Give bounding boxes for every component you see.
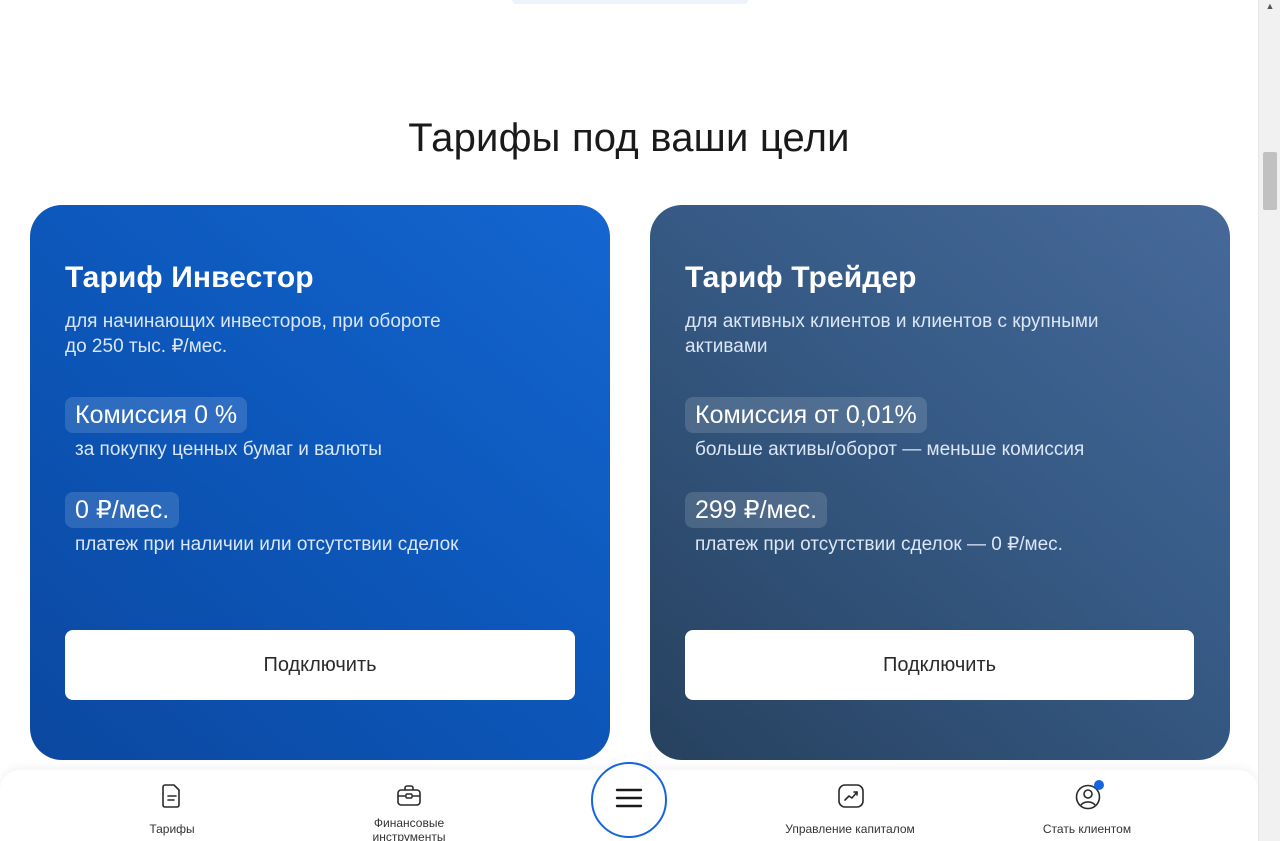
section-title: Тарифы под ваши цели xyxy=(408,116,850,160)
nav-label: Финансовые инструменты xyxy=(372,816,446,841)
top-section-edge xyxy=(512,0,748,4)
commission-badge: Комиссия 0 % xyxy=(65,397,248,433)
tariff-card-trader: Тариф Трейдер для активных клиентов и кл… xyxy=(650,205,1230,760)
nav-label: Управление капиталом xyxy=(785,822,915,836)
card-subtitle-line: для активных клиентов и клиентов с крупн… xyxy=(685,311,1099,332)
commission-caption: больше активы/оборот — меньше комиссия xyxy=(695,439,1085,460)
tariff-card-investor: Тариф Инвестор для начинающих инвесторов… xyxy=(30,205,610,760)
menu-button[interactable] xyxy=(591,762,667,838)
nav-item-tariffs[interactable]: Тарифы xyxy=(82,782,262,836)
nav-label: Стать клиентом xyxy=(1042,822,1132,836)
connect-button[interactable]: Подключить xyxy=(685,630,1194,700)
card-title: Тариф Инвестор xyxy=(65,261,314,294)
card-subtitle: для активных клиентов и клиентов с крупн… xyxy=(685,309,1125,359)
monthly-fee-badge: 0 ₽/мес. xyxy=(65,492,180,528)
scroll-up-arrow-icon[interactable]: ▲ xyxy=(1263,0,1277,12)
page-scrollbar[interactable]: ▲ xyxy=(1258,0,1280,841)
hamburger-icon xyxy=(615,787,643,814)
monthly-fee-caption: платеж при отсутствии сделок — 0 ₽/мес. xyxy=(695,534,1063,555)
card-subtitle-line: активами xyxy=(685,336,768,357)
scrollbar-thumb[interactable] xyxy=(1263,152,1277,210)
nav-item-capital-management[interactable]: Управление капиталом xyxy=(760,782,940,836)
briefcase-icon xyxy=(396,782,422,810)
card-subtitle-line: до 250 тыс. ₽/мес. xyxy=(65,336,228,357)
card-title: Тариф Трейдер xyxy=(685,261,917,294)
commission-badge: Комиссия от 0,01% xyxy=(685,397,927,433)
user-circle-icon xyxy=(1074,780,1104,810)
card-subtitle: для начинающих инвесторов, при обороте д… xyxy=(65,309,505,359)
card-subtitle-line: для начинающих инвесторов, при обороте xyxy=(65,311,441,332)
connect-button[interactable]: Подключить xyxy=(65,630,575,700)
nav-item-become-client[interactable]: Стать клиентом xyxy=(997,780,1177,836)
monthly-fee-caption: платеж при наличии или отсутствии сделок xyxy=(75,534,459,555)
monthly-fee-badge: 299 ₽/мес. xyxy=(685,492,828,528)
chart-up-icon xyxy=(837,782,864,810)
commission-caption: за покупку ценных бумаг и валюты xyxy=(75,439,382,460)
nav-label: Тарифы xyxy=(149,822,195,836)
notification-dot xyxy=(1094,780,1104,790)
nav-item-financial-instruments[interactable]: Финансовые инструменты xyxy=(319,782,499,841)
document-icon xyxy=(159,782,185,810)
